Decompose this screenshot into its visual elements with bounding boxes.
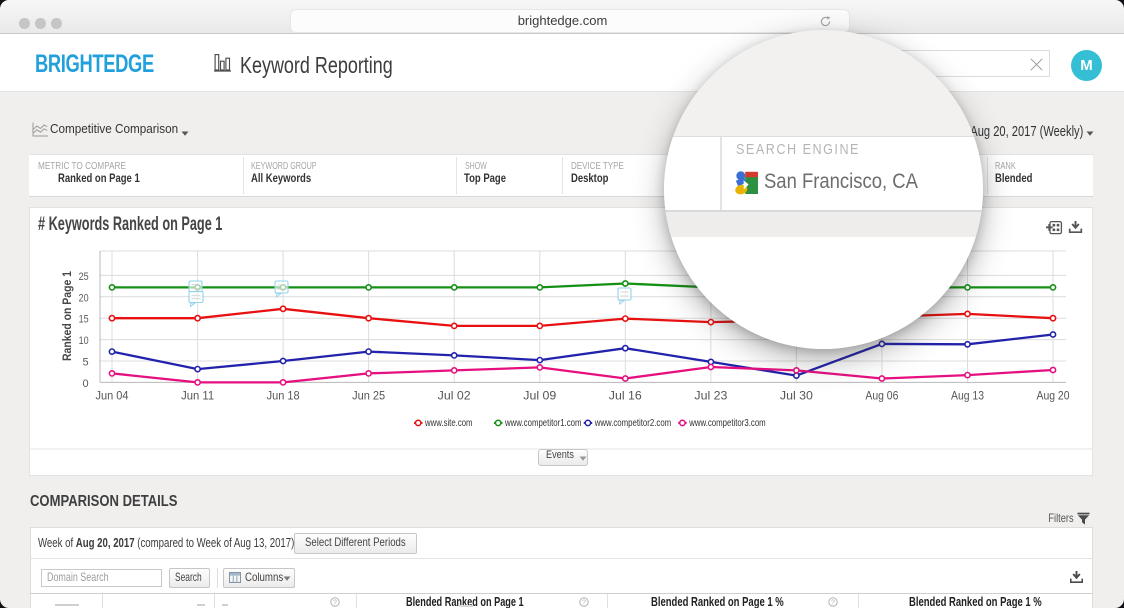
svg-text:www.competitor2.com: www.competitor2.com: [594, 418, 671, 429]
svg-text:Jun 25: Jun 25: [352, 388, 385, 402]
svg-text:25: 25: [79, 271, 89, 283]
svg-text:?: ?: [831, 600, 835, 607]
svg-text:5: 5: [82, 357, 88, 369]
svg-text:Jul 16: Jul 16: [609, 388, 642, 402]
svg-text:www.competitor1.com: www.competitor1.com: [504, 418, 581, 429]
svg-text:Jun 18: Jun 18: [267, 388, 300, 402]
svg-text:10: 10: [79, 335, 89, 347]
svg-text:Aug 20: Aug 20: [1037, 388, 1070, 402]
svg-text:20: 20: [79, 292, 89, 304]
svg-text:Jun 04: Jun 04: [96, 388, 129, 402]
svg-text:?: ?: [333, 600, 337, 607]
svg-text:Jul 30: Jul 30: [780, 388, 813, 402]
svg-text:Jul 09: Jul 09: [523, 388, 556, 402]
svg-text:Jul 23: Jul 23: [694, 388, 727, 402]
svg-text:www.competitor3.com: www.competitor3.com: [688, 418, 765, 429]
svg-text:0: 0: [82, 378, 88, 390]
svg-text:www.site.com: www.site.com: [424, 418, 472, 429]
svg-text:Aug 06: Aug 06: [865, 388, 898, 402]
svg-text:15: 15: [79, 314, 89, 326]
svg-text:Jul 02: Jul 02: [438, 388, 471, 402]
svg-text:Aug 13: Aug 13: [951, 388, 984, 402]
svg-text:Jun 11: Jun 11: [181, 388, 214, 402]
svg-text:Ranked on Page 1: Ranked on Page 1: [60, 271, 74, 361]
svg-text:?: ?: [582, 600, 586, 607]
